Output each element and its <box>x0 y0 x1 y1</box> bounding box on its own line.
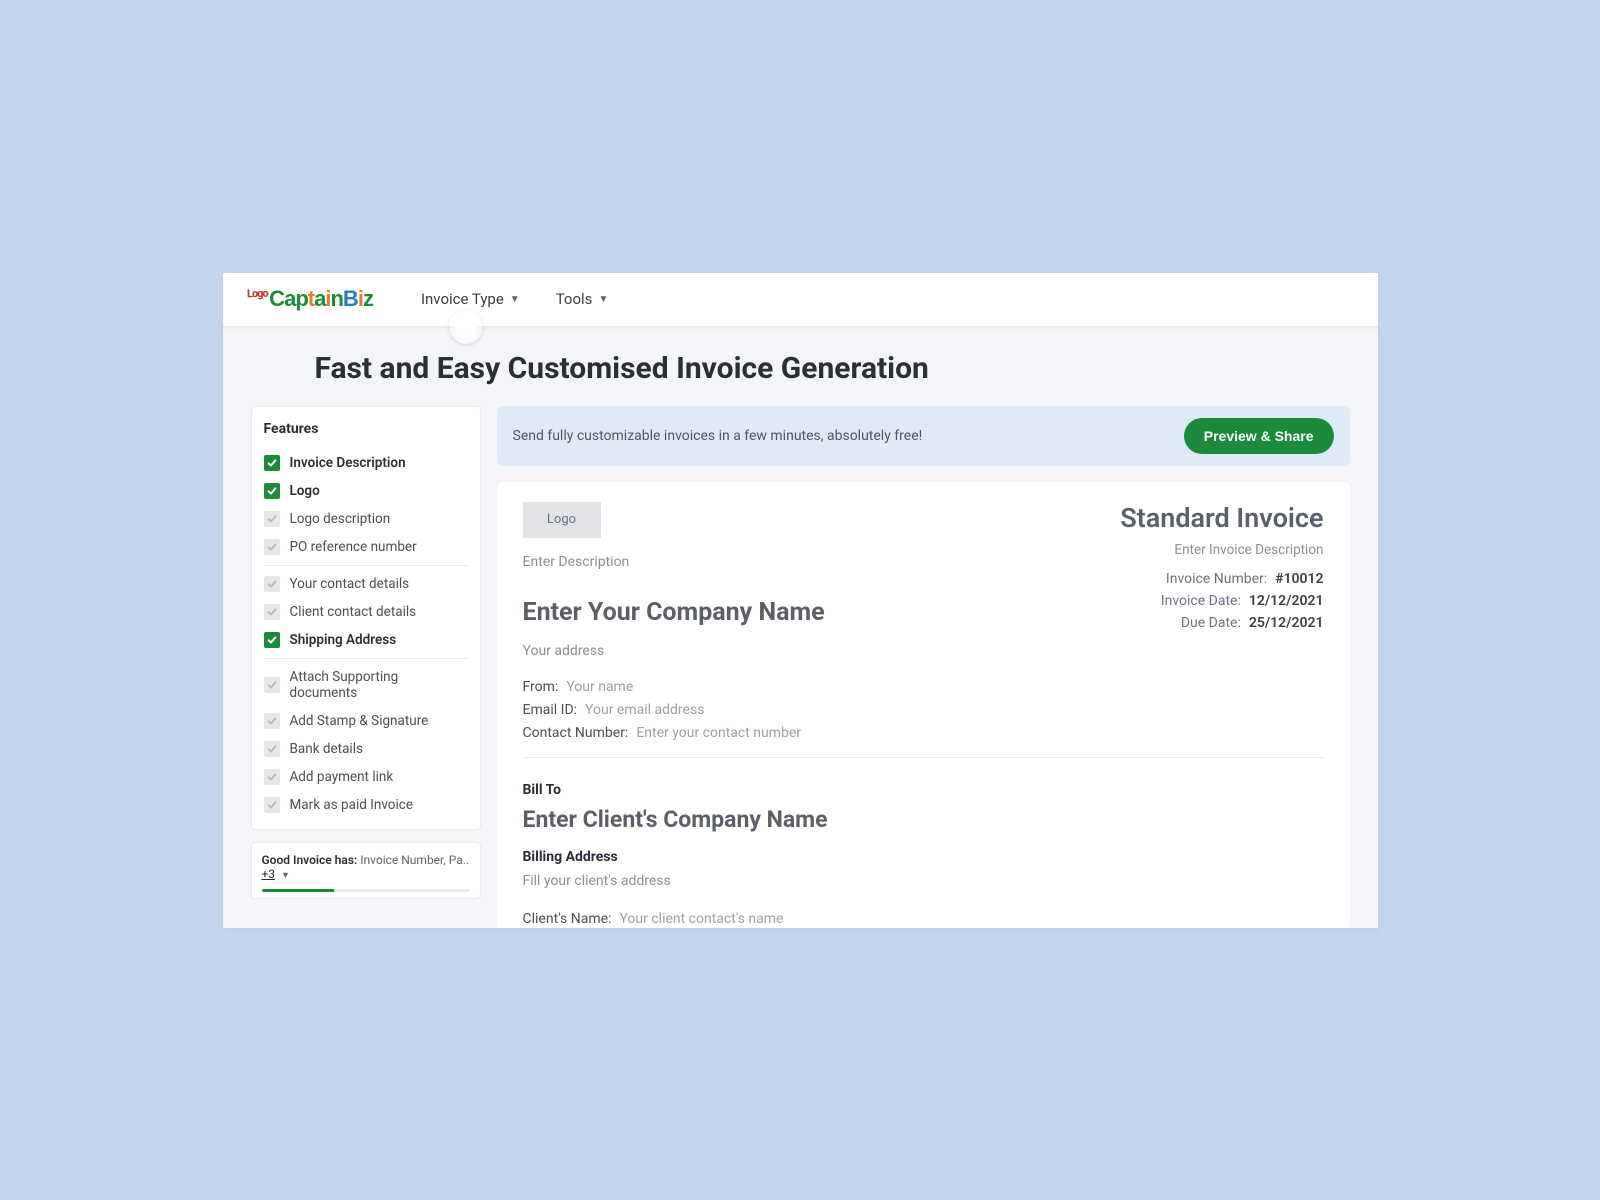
feature-label: Shipping Address <box>290 632 397 648</box>
logo-upload[interactable]: Logo <box>523 502 601 538</box>
feature-label: Invoice Description <box>290 455 406 471</box>
checkbox-icon[interactable] <box>264 769 280 785</box>
checkbox-icon[interactable] <box>264 632 280 648</box>
invoice-description-input[interactable]: Enter Invoice Description <box>1120 542 1323 558</box>
nav-invoice-type[interactable]: Invoice Type ▼ <box>421 290 520 308</box>
due-date-row: Due Date: 25/12/2021 <box>1120 612 1323 634</box>
company-name-input[interactable]: Enter Your Company Name <box>523 598 825 627</box>
feature-label: PO reference number <box>290 539 417 555</box>
feature-item[interactable]: Shipping Address <box>264 626 468 654</box>
feature-label: Add payment link <box>290 769 394 785</box>
logo-prefix: Logo <box>246 286 267 300</box>
invoice-date-label: Invoice Date: <box>1161 593 1241 609</box>
checkbox-icon[interactable] <box>264 483 280 499</box>
email-input[interactable]: Your email address <box>585 702 704 718</box>
billto-block: Bill To Enter Client's Company Name Bill… <box>523 782 1324 927</box>
features-card: Features Invoice Description Logo Logo des… <box>251 406 481 830</box>
invoice-number-value[interactable]: #10012 <box>1275 571 1323 587</box>
app-frame: Logo CaptainBiz Invoice Type ▼ Tools ▼ F… <box>223 273 1378 928</box>
contact-label: Contact Number: <box>523 725 629 741</box>
feature-label: Your contact details <box>290 576 410 592</box>
checkbox-icon[interactable] <box>264 797 280 813</box>
checkbox-icon[interactable] <box>264 455 280 471</box>
page-title: Fast and Easy Customised Invoice Generat… <box>223 327 1378 406</box>
checkbox-icon[interactable] <box>264 539 280 555</box>
invoice-number-label: Invoice Number: <box>1166 571 1267 587</box>
tip-text: Invoice Number, Pa.. <box>360 853 469 867</box>
tip-progress <box>262 889 470 892</box>
tip-label: Good Invoice has: <box>262 853 358 867</box>
logo-text: CaptainBiz <box>269 286 373 312</box>
feature-label: Logo description <box>290 511 391 527</box>
main-column: Send fully customizable invoices in a fe… <box>497 406 1350 928</box>
invoice-date-row: Invoice Date: 12/12/2021 <box>1120 590 1323 612</box>
checkbox-icon[interactable] <box>264 677 280 693</box>
invoice-title[interactable]: Standard Invoice <box>1120 502 1323 534</box>
topbar: Logo CaptainBiz Invoice Type ▼ Tools ▼ <box>223 273 1378 327</box>
preview-share-button[interactable]: Preview & Share <box>1184 418 1334 454</box>
from-name-input[interactable]: Your name <box>566 679 633 695</box>
due-date-value[interactable]: 25/12/2021 <box>1249 615 1324 631</box>
nav: Invoice Type ▼ Tools ▼ <box>421 290 608 308</box>
nav-tools[interactable]: Tools ▼ <box>556 290 609 308</box>
feature-item[interactable]: Bank details <box>264 735 468 763</box>
feature-label: Client contact details <box>290 604 417 620</box>
checkbox-icon[interactable] <box>264 576 280 592</box>
from-label: From: <box>523 679 559 695</box>
nav-label: Tools <box>556 290 593 308</box>
tip-card[interactable]: Good Invoice has: Invoice Number, Pa.. +… <box>251 842 481 899</box>
features-title: Features <box>264 421 468 437</box>
feature-item[interactable]: Invoice Description <box>264 449 468 477</box>
billing-address-input[interactable]: Fill your client's address <box>523 873 1324 889</box>
invoice-number-row: Invoice Number: #10012 <box>1120 568 1323 590</box>
email-label: Email ID: <box>523 702 578 718</box>
checkbox-icon[interactable] <box>264 511 280 527</box>
feature-item[interactable]: Add Stamp & Signature <box>264 707 468 735</box>
feature-label: Add Stamp & Signature <box>290 713 429 729</box>
chevron-down-icon: ▼ <box>598 294 608 305</box>
feature-item[interactable]: PO reference number <box>264 533 468 561</box>
feature-item[interactable]: Logo description <box>264 505 468 533</box>
billto-title: Bill To <box>523 782 1324 798</box>
checkbox-icon[interactable] <box>264 713 280 729</box>
from-block: From: Your name Email ID: Your email add… <box>523 679 1324 758</box>
client-company-input[interactable]: Enter Client's Company Name <box>523 806 1324 833</box>
cursor-indicator <box>449 310 483 344</box>
nav-label: Invoice Type <box>421 290 504 308</box>
sidebar: Features Invoice Description Logo Logo des… <box>251 406 481 899</box>
billing-address-title: Billing Address <box>523 849 1324 865</box>
feature-item[interactable]: Your contact details <box>264 570 468 598</box>
checkbox-icon[interactable] <box>264 741 280 757</box>
banner-text: Send fully customizable invoices in a fe… <box>513 428 923 444</box>
client-name-input[interactable]: Your client contact's name <box>619 911 783 927</box>
feature-item[interactable]: Mark as paid Invoice <box>264 791 468 819</box>
tip-more-link[interactable]: +3 <box>262 867 276 881</box>
checkbox-icon[interactable] <box>264 604 280 620</box>
feature-item[interactable]: Logo <box>264 477 468 505</box>
client-name-label: Client's Name: <box>523 911 612 927</box>
feature-label: Mark as paid Invoice <box>290 797 414 813</box>
invoice-card: Logo Enter Description Enter Your Compan… <box>497 482 1350 928</box>
banner: Send fully customizable invoices in a fe… <box>497 406 1350 466</box>
contact-input[interactable]: Enter your contact number <box>636 725 801 741</box>
feature-label: Logo <box>290 483 320 499</box>
chevron-down-icon: ▼ <box>510 294 520 305</box>
feature-item[interactable]: Attach Supporting documents <box>264 663 468 707</box>
due-date-label: Due Date: <box>1181 615 1241 631</box>
feature-item[interactable]: Add payment link <box>264 763 468 791</box>
chevron-down-icon: ▼ <box>281 871 290 881</box>
invoice-date-value[interactable]: 12/12/2021 <box>1249 593 1324 609</box>
feature-label: Attach Supporting documents <box>290 669 468 701</box>
description-input[interactable]: Enter Description <box>523 554 825 570</box>
brand-logo[interactable]: Logo CaptainBiz <box>247 286 373 312</box>
company-address-input[interactable]: Your address <box>523 643 825 659</box>
feature-item[interactable]: Client contact details <box>264 598 468 626</box>
feature-label: Bank details <box>290 741 363 757</box>
